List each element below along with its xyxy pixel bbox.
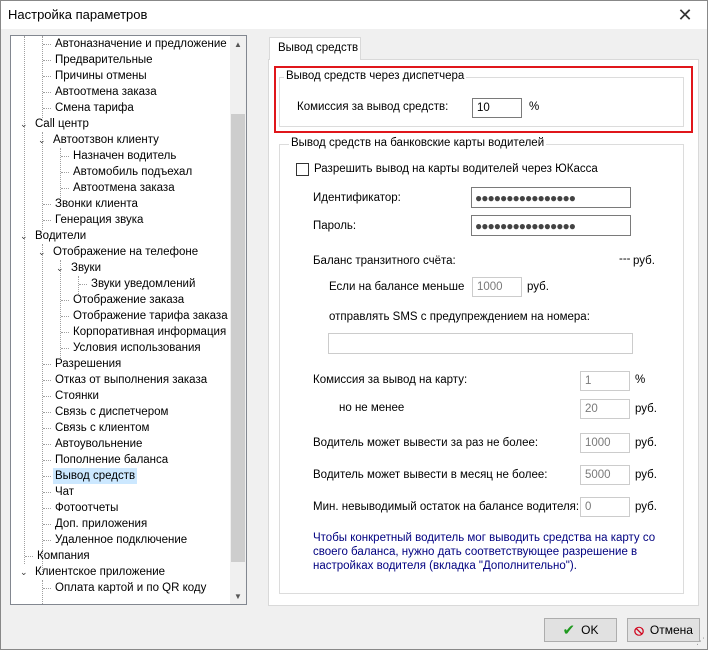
permission-note: Чтобы конкретный водитель мог выводить с… xyxy=(313,532,656,572)
per-month-label: Водитель может вывести в месяц не более: xyxy=(313,469,548,481)
cancel-label: Отмена xyxy=(649,623,693,637)
chevron-down-icon[interactable]: ⌄ xyxy=(20,564,28,580)
ok-button[interactable]: ✔ OK xyxy=(544,618,617,642)
balance-unit: руб. xyxy=(633,255,655,267)
min-balance-input[interactable] xyxy=(472,277,522,297)
per-month-unit: руб. xyxy=(635,469,657,481)
chevron-down-icon[interactable]: ⌄ xyxy=(38,244,46,260)
balance-label: Баланс транзитного счёта: xyxy=(313,255,456,267)
per-withdrawal-unit: руб. xyxy=(635,437,657,449)
min-remain-input[interactable] xyxy=(580,497,630,517)
per-withdrawal-input[interactable] xyxy=(580,433,630,453)
resize-grip-icon[interactable]: ⋰ xyxy=(696,636,705,647)
allow-yookassa-checkbox[interactable] xyxy=(296,163,309,176)
cards-group xyxy=(279,144,684,594)
allow-yookassa-label[interactable]: Разрешить вывод на карты водителей через… xyxy=(314,163,598,175)
cancel-icon: ⦸ xyxy=(634,621,644,639)
sms-label: отправлять SMS с предупреждением на номе… xyxy=(329,311,590,323)
window-title: Настройка параметров xyxy=(8,7,148,22)
not-less-unit: руб. xyxy=(635,403,657,415)
chevron-down-icon[interactable]: ⌄ xyxy=(20,116,28,132)
settings-window: Настройка параметров ✕ Автоназначение и … xyxy=(0,0,708,650)
card-commission-unit: % xyxy=(635,374,646,386)
identifier-field[interactable]: ●●●●●●●●●●●●●●●● xyxy=(471,187,631,208)
scroll-up-icon[interactable]: ▲ xyxy=(230,36,246,52)
password-label: Пароль: xyxy=(313,220,357,232)
min-remain-label: Мин. невыводимый остаток на балансе води… xyxy=(313,501,580,513)
tab-withdrawal[interactable]: Вывод средств xyxy=(269,37,361,60)
password-field[interactable]: ●●●●●●●●●●●●●●●● xyxy=(471,215,631,236)
min-balance-label: Если на балансе меньше xyxy=(329,281,465,293)
scroll-thumb[interactable] xyxy=(231,114,245,562)
min-balance-unit: руб. xyxy=(527,281,549,293)
cancel-button[interactable]: ⦸ Отмена xyxy=(627,618,700,642)
title-bar: Настройка параметров ✕ xyxy=(1,1,707,29)
balance-value: --- xyxy=(619,253,631,265)
cards-group-title: Вывод средств на банковские карты водите… xyxy=(289,137,547,149)
not-less-label: но не менее xyxy=(339,402,405,414)
min-remain-unit: руб. xyxy=(635,501,657,513)
per-withdrawal-label: Водитель может вывести за раз не более: xyxy=(313,437,539,449)
ok-label: OK xyxy=(581,623,599,637)
identifier-label: Идентификатор: xyxy=(313,192,401,204)
chevron-down-icon[interactable]: ⌄ xyxy=(20,228,28,244)
card-commission-input[interactable] xyxy=(580,371,630,391)
chevron-down-icon[interactable]: ⌄ xyxy=(38,132,46,148)
close-icon[interactable]: ✕ xyxy=(663,1,707,29)
chevron-down-icon[interactable]: ⌄ xyxy=(56,260,64,276)
per-month-input[interactable] xyxy=(580,465,630,485)
settings-tree[interactable]: Автоназначение и предложение Предварител… xyxy=(10,35,247,605)
sms-numbers-input[interactable] xyxy=(328,333,633,354)
tree-scrollbar[interactable]: ▲ ▼ xyxy=(230,36,246,604)
not-less-input[interactable] xyxy=(580,399,630,419)
highlight-frame xyxy=(274,66,693,133)
card-commission-label: Комиссия за вывод на карту: xyxy=(313,374,468,386)
checkmark-icon: ✔ xyxy=(562,622,576,639)
scroll-down-icon[interactable]: ▼ xyxy=(230,588,246,604)
